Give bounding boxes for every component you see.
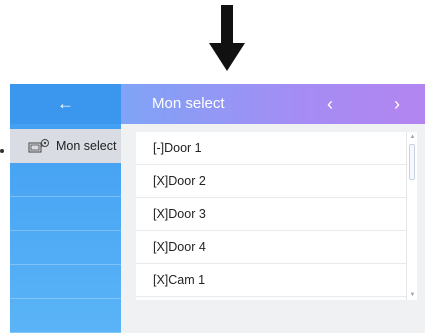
sidebar-item-empty <box>10 163 121 197</box>
sidebar-item-empty <box>10 231 121 265</box>
scroll-up-icon[interactable]: ▲ <box>409 133 416 141</box>
back-button[interactable]: ← <box>10 84 121 124</box>
list-item[interactable]: [X]Door 4 <box>136 231 406 264</box>
list-item[interactable]: [X]Door 2 <box>136 165 406 198</box>
header-bar: Mon select ‹ › <box>121 84 425 124</box>
camera-list: [-]Door 1 [X]Door 2 [X]Door 3 [X]Door 4 … <box>136 132 406 300</box>
pointer-dot <box>0 149 4 153</box>
page-title: Mon select <box>152 95 225 112</box>
next-page-button[interactable]: › <box>382 84 412 124</box>
prev-page-button[interactable]: ‹ <box>315 84 345 124</box>
stage: ← Mon select Mon select ‹ › [-]Door 1 [X… <box>0 0 425 333</box>
list-item[interactable]: [X]Cam 1 <box>136 264 406 297</box>
back-arrow-icon[interactable]: ← <box>57 94 74 114</box>
sidebar-item-label: Mon select <box>56 139 117 153</box>
list-scrollbar[interactable]: ▲ ▼ <box>406 132 417 300</box>
device-screen: ← Mon select Mon select ‹ › [-]Door 1 [X… <box>10 84 425 333</box>
sidebar-item-empty <box>10 265 121 299</box>
scroll-down-icon[interactable]: ▼ <box>409 291 416 299</box>
down-arrow-icon <box>209 5 245 71</box>
sidebar-item-empty <box>10 299 121 333</box>
list-item[interactable]: [X]Door 3 <box>136 198 406 231</box>
scroll-thumb[interactable] <box>409 144 415 180</box>
sidebar-item-empty <box>10 197 121 231</box>
sidebar-item-mon-select[interactable]: Mon select <box>10 129 121 163</box>
monitor-select-icon <box>28 139 49 153</box>
sidebar: ← Mon select <box>10 84 121 333</box>
list-item[interactable]: [-]Door 1 <box>136 132 406 165</box>
